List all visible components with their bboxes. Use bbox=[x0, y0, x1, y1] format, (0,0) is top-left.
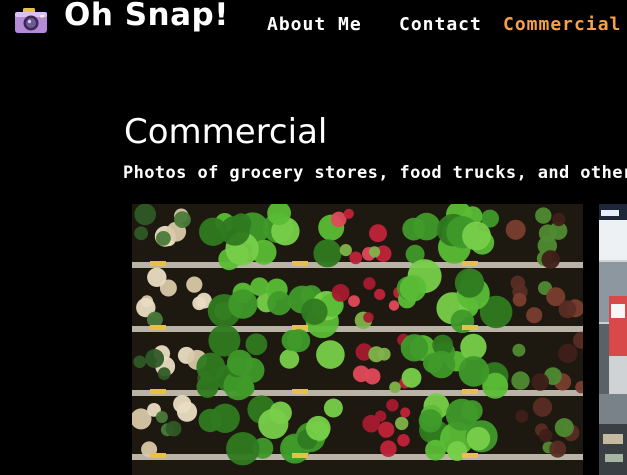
page-title: Commercial bbox=[124, 112, 328, 152]
camera-icon[interactable] bbox=[14, 5, 48, 35]
store-interior-photo[interactable] bbox=[599, 204, 627, 475]
page-subtitle: Photos of grocery stores, food trucks, a… bbox=[123, 163, 627, 183]
site-header: Oh Snap! About Me Contact Commercial bbox=[0, 0, 627, 44]
site-brand[interactable]: Oh Snap! bbox=[64, 0, 229, 33]
nav-commercial[interactable]: Commercial bbox=[503, 14, 621, 35]
grocery-produce-shelves-photo[interactable] bbox=[132, 204, 583, 475]
nav-about-me[interactable]: About Me bbox=[267, 14, 362, 35]
nav-contact[interactable]: Contact bbox=[399, 14, 482, 35]
